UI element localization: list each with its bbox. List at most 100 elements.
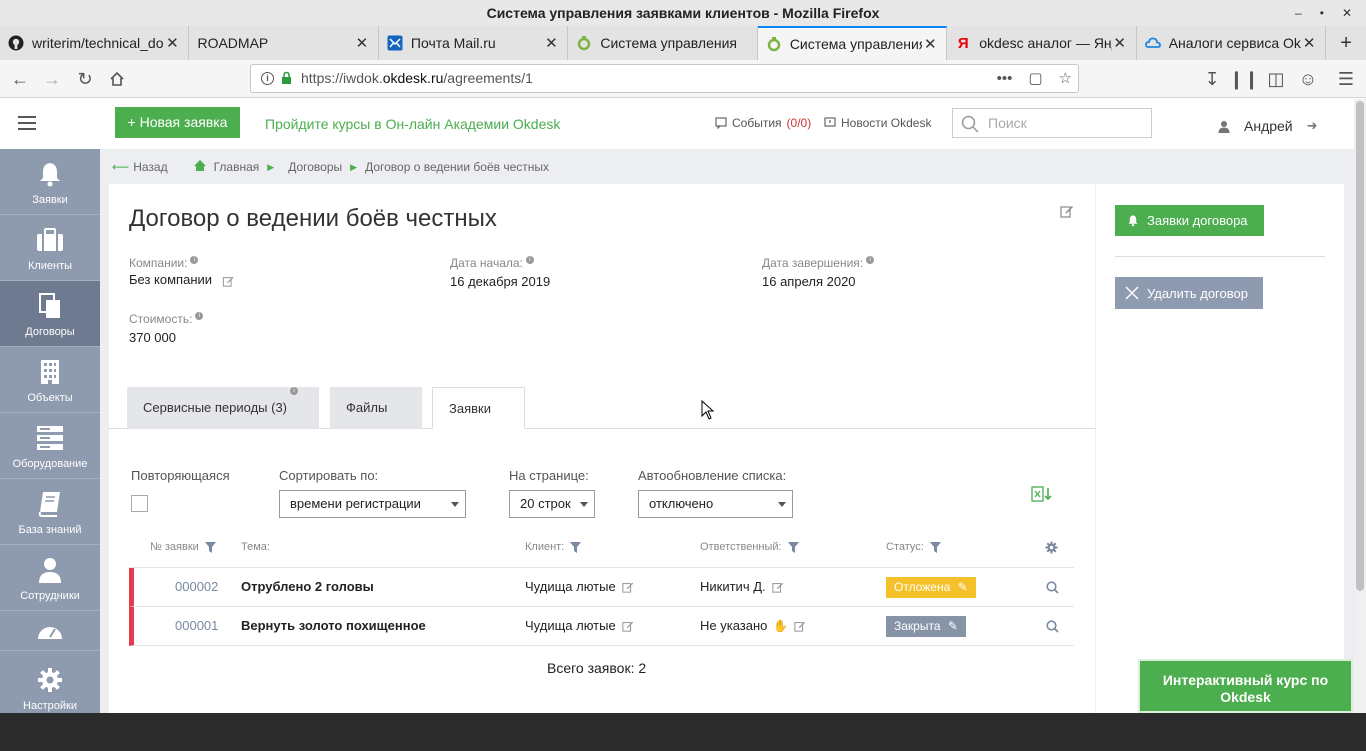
restore-icon[interactable]: •	[1320, 0, 1324, 26]
info-icon[interactable]: i	[866, 256, 875, 264]
sidebar-item-requests[interactable]: Заявки	[0, 149, 100, 215]
column-status[interactable]: Статус:	[886, 541, 941, 553]
sidebar-item-settings[interactable]: Настройки	[0, 651, 100, 713]
column-settings[interactable]	[1045, 541, 1058, 554]
delete-agreement-button[interactable]: Удалить договор	[1115, 277, 1263, 309]
client-name[interactable]: Чудища лютые	[525, 568, 616, 606]
sidebar-item-dashboard[interactable]	[0, 611, 100, 651]
close-tab-icon[interactable]: ✕	[1301, 34, 1317, 52]
tab-requests[interactable]: Заявки (2)	[432, 387, 525, 458]
recurring-checkbox[interactable]	[131, 495, 148, 512]
view-request[interactable]	[1046, 607, 1059, 645]
hand-icon[interactable]: ✋	[773, 607, 788, 645]
request-number[interactable]: 000001	[175, 607, 218, 645]
sidebar-toggle-icon[interactable]: ◫	[1262, 65, 1290, 93]
edit-icon[interactable]	[622, 581, 634, 593]
tab-files[interactable]: Файлы (0)	[330, 387, 422, 457]
sidebar-item-clients[interactable]: Клиенты	[0, 215, 100, 281]
browser-tab[interactable]: Аналоги сервиса Okd ✕	[1137, 26, 1327, 60]
table-row[interactable]: 000001 Вернуть золото похищенное Чудища …	[129, 607, 1074, 646]
filter-icon[interactable]	[204, 541, 216, 553]
status-badge[interactable]: Отложена ✎	[886, 576, 976, 598]
edit-icon[interactable]	[794, 620, 806, 632]
sidebar-item-objects[interactable]: Объекты	[0, 347, 100, 413]
library-icon[interactable]: ❙❙	[1229, 65, 1259, 93]
breadcrumb-item[interactable]: Договоры	[288, 160, 342, 174]
minimize-icon[interactable]: –	[1295, 0, 1302, 26]
events-link[interactable]: События (0/0)	[715, 116, 811, 130]
browser-tab[interactable]: Почта Mail.ru ✕	[379, 26, 569, 60]
table-row[interactable]: 000002 Отрублено 2 головы Чудища лютые Н…	[129, 568, 1074, 607]
user-menu[interactable]: Андрей ➜	[1218, 118, 1318, 134]
view-request[interactable]	[1046, 568, 1059, 606]
url-bar[interactable]: i https://iwdok.okdesk.ru/agreements/1 •…	[250, 64, 1079, 93]
browser-tab[interactable]: Система управления	[568, 26, 758, 60]
sidebar-item-agreements[interactable]: Договоры	[0, 281, 100, 347]
column-assignee[interactable]: Ответственный:	[700, 541, 799, 553]
tab-service-periods[interactable]: Сервисные периоды (3)i	[127, 387, 319, 429]
news-link[interactable]: Новости Okdesk	[824, 116, 931, 130]
account-icon[interactable]: ☺	[1294, 65, 1322, 93]
reload-icon[interactable]: ↻	[71, 65, 99, 93]
info-icon[interactable]: i	[195, 312, 204, 320]
request-subject[interactable]: Отрублено 2 головы	[241, 568, 374, 606]
close-tab-icon[interactable]: ✕	[354, 34, 370, 52]
sidebar-item-equipment[interactable]: Оборудование	[0, 413, 100, 479]
per-page-select[interactable]: 20 строк	[509, 490, 595, 518]
close-tab-icon[interactable]: ✕	[164, 34, 180, 52]
edit-icon[interactable]	[771, 581, 784, 593]
close-window-icon[interactable]: ✕	[1342, 0, 1352, 26]
edit-icon[interactable]	[1060, 204, 1074, 221]
new-tab-icon[interactable]: +	[1326, 26, 1366, 60]
browser-tab[interactable]: writerim/technical_do ✕	[0, 26, 190, 60]
new-request-button[interactable]: + Новая заявка	[115, 107, 240, 138]
filter-icon[interactable]	[787, 541, 799, 553]
browser-tab[interactable]: Я okdesc аналог — Янд ✕	[947, 26, 1137, 60]
magnifier-icon[interactable]	[1046, 580, 1059, 594]
interactive-course-banner[interactable]: Интерактивный курс по Okdesk	[1138, 659, 1353, 713]
bookmark-star-icon[interactable]: ☆	[1059, 65, 1072, 92]
autorefresh-select[interactable]: отключено	[638, 490, 793, 518]
edit-icon[interactable]	[222, 275, 235, 287]
home-icon[interactable]	[103, 65, 131, 93]
client-name[interactable]: Чудища лютые	[525, 607, 616, 645]
house-icon[interactable]	[193, 160, 206, 174]
gear-icon[interactable]	[1045, 541, 1058, 554]
agreement-requests-button[interactable]: Заявки договора	[1115, 205, 1264, 236]
breadcrumb-item[interactable]: Главная	[214, 160, 260, 174]
info-icon[interactable]: i	[525, 256, 534, 264]
scrollbar-thumb[interactable]	[1356, 101, 1364, 591]
logout-icon[interactable]: ➜	[1307, 118, 1318, 134]
info-icon[interactable]: i	[190, 256, 199, 264]
request-subject[interactable]: Вернуть золото похищенное	[241, 607, 426, 645]
pocket-icon[interactable]: ▢	[1028, 65, 1042, 92]
filter-icon[interactable]	[929, 541, 941, 553]
status-badge[interactable]: Закрыта ✎	[886, 615, 966, 637]
browser-tab[interactable]: ROADMAP ✕	[189, 26, 379, 60]
edit-icon[interactable]	[622, 620, 634, 632]
filter-icon[interactable]	[570, 541, 582, 553]
close-tab-icon[interactable]: ✕	[543, 34, 559, 52]
magnifier-icon[interactable]	[1046, 619, 1059, 633]
sidebar-item-knowledge-base[interactable]: База знаний	[0, 479, 100, 545]
browser-tab-active[interactable]: Система управления ✕	[757, 26, 948, 60]
back-arrow-icon[interactable]: ⟵	[112, 160, 129, 174]
info-icon[interactable]: i	[290, 387, 299, 395]
export-excel-icon[interactable]	[1031, 486, 1053, 505]
back-arrow-icon[interactable]: ←	[6, 65, 34, 93]
breadcrumb-back[interactable]: Назад	[133, 160, 167, 174]
more-actions-icon[interactable]: •••	[997, 65, 1013, 92]
menu-icon[interactable]: ☰	[1332, 65, 1360, 93]
column-client[interactable]: Клиент:	[525, 541, 582, 553]
download-icon[interactable]: ↧	[1198, 65, 1226, 93]
column-number[interactable]: № заявки	[150, 541, 216, 553]
sidebar-item-employees[interactable]: Сотрудники	[0, 545, 100, 611]
assignee-name[interactable]: Никитич Д.	[700, 568, 766, 606]
forward-arrow-icon[interactable]: →	[38, 65, 66, 93]
scrollbar[interactable]	[1354, 99, 1366, 713]
info-icon[interactable]: i	[261, 72, 274, 85]
search-input[interactable]: Поиск	[952, 108, 1152, 138]
hamburger-menu-icon[interactable]	[18, 116, 36, 130]
request-number[interactable]: 000002	[175, 568, 218, 606]
close-tab-icon[interactable]: ✕	[922, 35, 938, 53]
